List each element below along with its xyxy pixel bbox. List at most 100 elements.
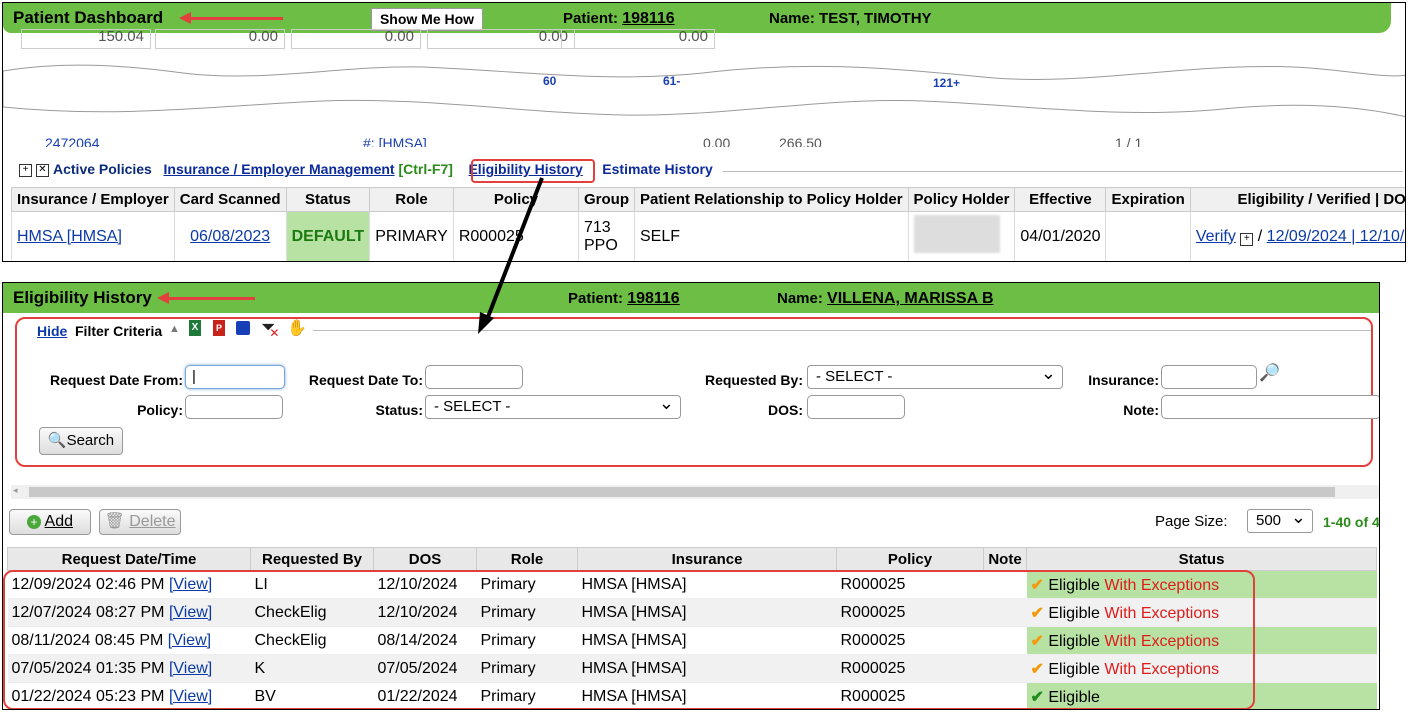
status-badge: DEFAULT [285, 211, 371, 261]
effective-cell: 04/01/2020 [1014, 211, 1107, 261]
status-text: Eligible [1048, 632, 1100, 650]
column-header[interactable]: Insurance [577, 547, 837, 571]
status-select[interactable]: - SELECT - [425, 392, 681, 419]
patient-id-link[interactable]: 198116 [627, 290, 680, 307]
relationship-cell: SELF [634, 211, 909, 261]
column-header: Role [369, 187, 454, 212]
column-header[interactable]: DOS [373, 547, 477, 571]
search-button[interactable]: 🔍Search [39, 427, 123, 455]
scroll-left-icon[interactable]: ◂ [13, 485, 18, 496]
ghost-cell: 0.00 [155, 29, 285, 49]
view-link[interactable]: [View] [169, 688, 212, 705]
column-header: Policy [452, 187, 580, 212]
search-icon[interactable]: 🔎 [1259, 363, 1280, 383]
add-button-label: Add [44, 513, 74, 530]
requested-by-cell: BV [250, 682, 374, 709]
policy-cell: R000025 [836, 626, 984, 655]
table-row: 01/22/2024 05:23 PM [View] BV 01/22/2024… [7, 682, 1377, 709]
checkmark-icon: ✔ [1030, 576, 1044, 594]
view-link[interactable]: [View] [169, 660, 212, 677]
eligibility-history-panel: Eligibility History Patient: 198116 Name… [2, 282, 1380, 710]
patient-dashboard-panel: Patient Dashboard Show Me How Patient: 1… [2, 2, 1406, 262]
status-cell: ✔ Eligible With Exceptions [1026, 626, 1377, 655]
separator: / [1257, 227, 1263, 245]
requested-by-label: Requested By: [704, 372, 803, 388]
eligibility-header-bar: Eligibility History Patient: 198116 Name… [3, 283, 1379, 313]
search-icon: 🔍 [47, 432, 67, 449]
note-input[interactable] [1161, 395, 1379, 419]
insurance-input[interactable] [1161, 365, 1257, 389]
show-me-how-button[interactable]: Show Me How [371, 8, 483, 31]
note-cell [983, 654, 1027, 683]
view-link[interactable]: [View] [169, 604, 212, 621]
status-cell: ✔ Eligible With Exceptions [1026, 570, 1377, 599]
column-header[interactable]: Requested By [250, 547, 374, 571]
patient-id-link[interactable]: 198116 [622, 10, 675, 27]
checkmark-icon: ✔ [1030, 688, 1044, 706]
add-icon: + [26, 514, 41, 529]
delete-button-label: Delete [129, 513, 176, 530]
insurance-cell: HMSA [HMSA] [577, 626, 837, 655]
exception-text: With Exceptions [1104, 632, 1220, 650]
scrollbar-thumb[interactable] [29, 487, 1335, 497]
dos-input[interactable] [807, 395, 905, 419]
ghost-ledger-cell: 0.00 [703, 135, 731, 147]
column-header: Status [285, 187, 371, 212]
policy-label: Policy: [137, 402, 183, 418]
redacted-placeholder [913, 215, 1000, 253]
insurance-cell: HMSA [HMSA] [577, 598, 837, 627]
policy-input[interactable] [185, 395, 283, 419]
expand-icon[interactable]: + [19, 163, 32, 177]
card-scanned-link[interactable]: 06/08/2023 [190, 228, 270, 245]
insurance-link[interactable]: HMSA [HMSA] [17, 228, 122, 245]
dos-cell: 12/10/2024 [373, 598, 477, 627]
policy-cell: R000025 [836, 682, 984, 709]
verify-link[interactable]: Verify [1196, 228, 1236, 245]
column-header[interactable]: Status [1026, 547, 1377, 571]
view-link[interactable]: [View] [168, 632, 211, 649]
search-button-label: Search [66, 432, 115, 449]
table-row: 12/07/2024 08:27 PM [View] CheckElig 12/… [7, 598, 1377, 627]
patient-label: Patient: [563, 10, 619, 27]
patient-label: Patient: [568, 290, 624, 307]
view-link[interactable]: [View] [169, 576, 212, 593]
group-cell: 713 PPO [578, 211, 635, 261]
request-date-to-input[interactable] [425, 365, 523, 389]
table-header-row: Insurance / Employer Card Scanned Status… [11, 187, 1405, 212]
estimate-history-link[interactable]: Estimate History [602, 161, 712, 177]
table-row: 07/05/2024 01:35 PM [View] K 07/05/2024 … [7, 654, 1377, 683]
page-size-select[interactable]: 500 [1247, 506, 1313, 533]
horizontal-scrollbar[interactable]: ◂ [11, 485, 1379, 499]
highlight-box [15, 317, 1373, 467]
request-date-cell: 07/05/2024 01:35 PM [View] [7, 654, 251, 683]
column-header: Eligibility / Verified | DOS [1189, 187, 1405, 212]
column-header[interactable]: Policy [836, 547, 984, 571]
column-header[interactable]: Note [983, 547, 1027, 571]
divider [723, 171, 1403, 172]
role-cell: Primary [476, 654, 578, 683]
torn-edge-divider: 60 61- 121+ [3, 64, 1405, 118]
column-header[interactable]: Request Date/Time [7, 547, 251, 571]
close-icon[interactable]: ✕ [36, 163, 49, 177]
delete-button[interactable]: 🗑 Delete [99, 509, 181, 535]
verified-dates-link[interactable]: 12/09/2024 | 12/10/2 [1267, 228, 1405, 245]
page-size-label: Page Size: [1155, 513, 1228, 530]
patient-name-label: Name: VILLENA, MARISSA B [777, 290, 994, 308]
column-header: Group [578, 187, 635, 212]
exception-text: With Exceptions [1104, 576, 1220, 594]
expand-icon[interactable]: + [1240, 232, 1254, 246]
request-date-cell: 01/22/2024 05:23 PM [View] [7, 682, 251, 709]
column-header[interactable]: Role [476, 547, 578, 571]
insurance-employer-management-link[interactable]: Insurance / Employer Management [164, 161, 395, 177]
checkmark-icon: ✔ [1030, 632, 1044, 650]
requested-by-select[interactable]: - SELECT - [807, 362, 1063, 389]
request-date-from-label: Request Date From: [49, 372, 183, 388]
active-policies-bar: + ✕ Active Policies Insurance / Employer M… [19, 161, 713, 181]
add-button[interactable]: + Add [9, 509, 91, 535]
requested-by-cell: K [250, 654, 374, 683]
eligibility-title: Eligibility History [13, 288, 152, 307]
annotation-arrow-icon [179, 12, 283, 24]
dos-cell: 01/22/2024 [373, 682, 477, 709]
eligibility-cell: Verify + / 12/09/2024 | 12/10/2 [1189, 211, 1405, 261]
request-date-from-input[interactable]: | [185, 365, 285, 389]
